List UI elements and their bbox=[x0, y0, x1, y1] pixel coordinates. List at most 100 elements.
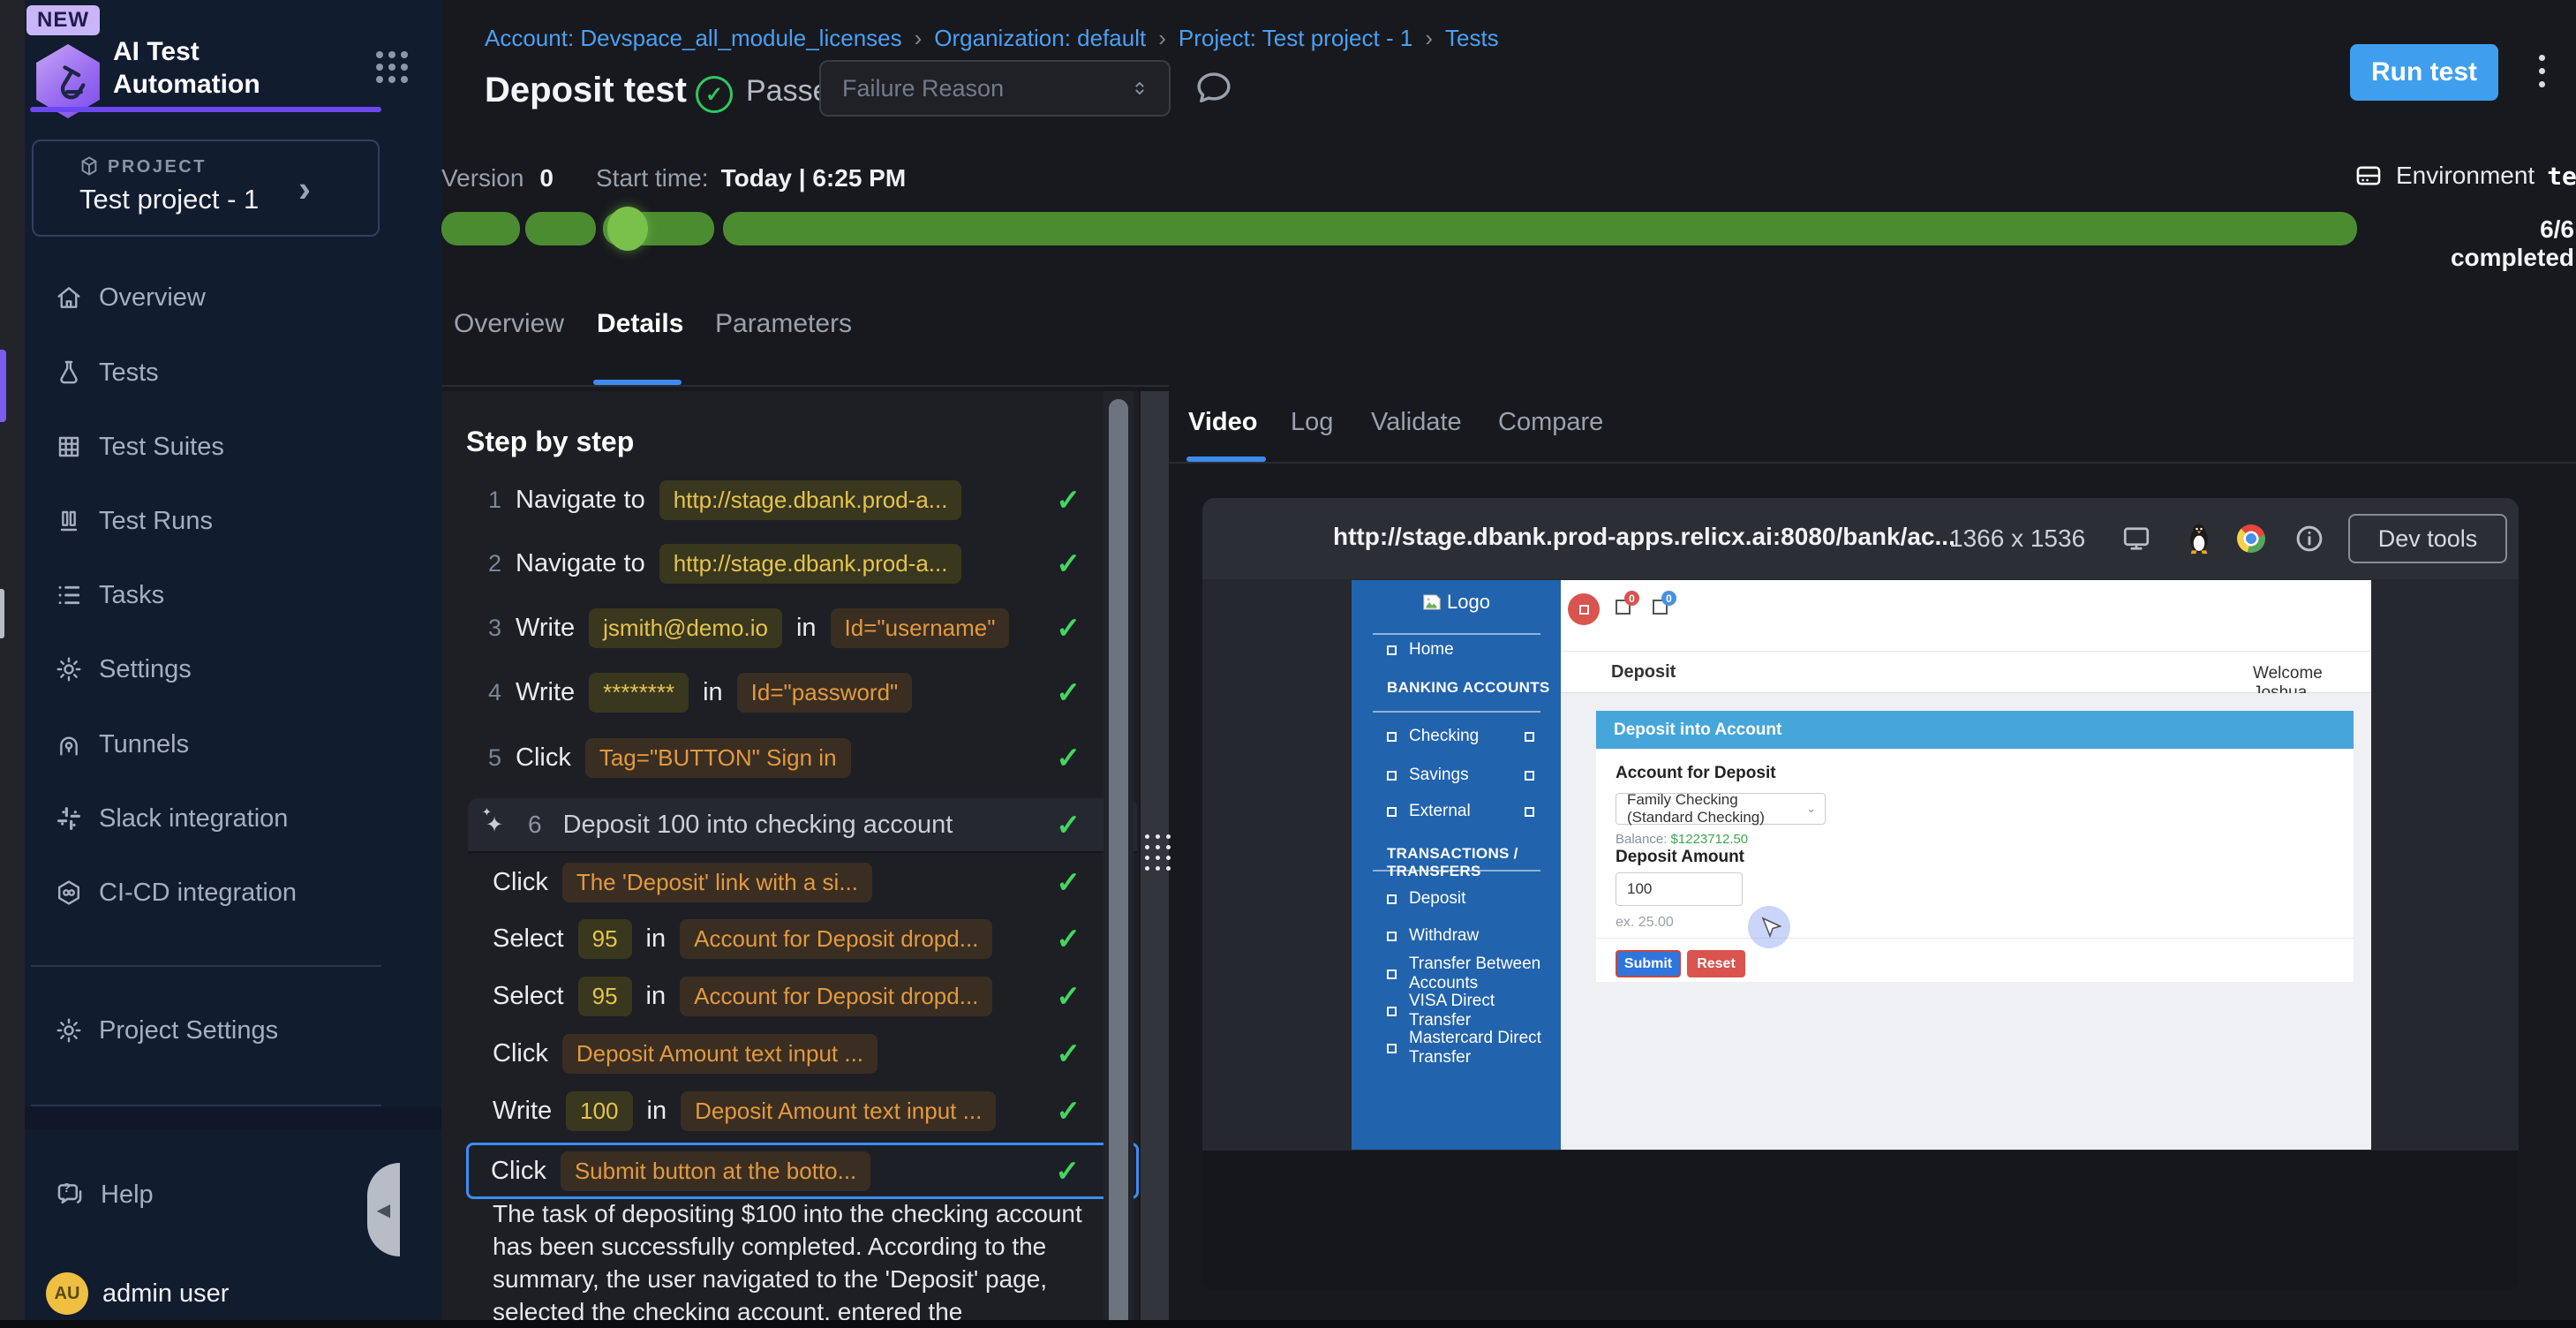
slack-icon bbox=[55, 804, 83, 833]
home-icon bbox=[55, 283, 83, 312]
bank-amount-label: Deposit Amount bbox=[1616, 848, 1744, 867]
tab-video[interactable]: Video bbox=[1188, 408, 1257, 437]
avatar: AU bbox=[46, 1272, 88, 1315]
sidebar-item-project-settings[interactable]: Project Settings bbox=[25, 1008, 441, 1053]
tab-active-underline bbox=[1186, 456, 1266, 462]
user-menu[interactable]: AU admin user bbox=[25, 1271, 441, 1316]
tab-border bbox=[1169, 462, 2576, 464]
completed-count: 6/6 completed bbox=[2419, 215, 2574, 272]
breadcrumb-organization[interactable]: Organization: default bbox=[934, 25, 1146, 52]
bank-submit-button: Submit bbox=[1616, 950, 1681, 977]
steps-scrollbar-thumb[interactable] bbox=[1109, 399, 1128, 1328]
window-badge-icon: 0 bbox=[1653, 600, 1668, 615]
sidebar-item-test-runs[interactable]: Test Runs bbox=[25, 499, 441, 543]
flask-icon bbox=[55, 358, 83, 387]
step-value-pill: 95 bbox=[578, 977, 632, 1016]
bank-nav-checking: Checking bbox=[1352, 721, 1561, 751]
splitter-drag-handle[interactable] bbox=[1145, 834, 1171, 871]
bank-content: Deposit into Account Account for Deposit… bbox=[1561, 693, 2371, 1150]
breadcrumb-account[interactable]: Account: Devspace_all_module_licenses bbox=[485, 25, 902, 52]
step-row-1[interactable]: 1 Navigate to http://stage.dbank.prod-a.… bbox=[468, 475, 1137, 524]
tab-validate[interactable]: Validate bbox=[1371, 408, 1462, 437]
sidebar-accent-divider bbox=[30, 107, 381, 112]
more-options-icon[interactable] bbox=[2535, 51, 2549, 91]
progress-segment[interactable] bbox=[525, 212, 596, 245]
failure-reason-select[interactable]: Failure Reason bbox=[819, 60, 1171, 117]
substep-row-2[interactable]: Select 95 in Account for Deposit dropd..… bbox=[468, 914, 1137, 963]
run-test-button[interactable]: Run test bbox=[2350, 44, 2498, 101]
bank-reset-button: Reset bbox=[1687, 950, 1745, 977]
sidebar-item-slack-integration[interactable]: Slack integration bbox=[25, 796, 441, 841]
sidebar-item-tests[interactable]: Tests bbox=[25, 351, 441, 395]
sidebar-item-tunnels[interactable]: Tunnels bbox=[25, 722, 441, 766]
step-value-pill: http://stage.dbank.prod-a... bbox=[659, 544, 962, 584]
step-success-icon: ✓ bbox=[1056, 922, 1081, 956]
progress-segment[interactable] bbox=[723, 212, 2357, 245]
tab-parameters[interactable]: Parameters bbox=[715, 309, 852, 339]
bank-topbar: 0 0 User Avat bbox=[1561, 580, 2371, 652]
page-title: Deposit test bbox=[485, 71, 687, 110]
tab-border bbox=[441, 385, 1169, 387]
step-row-4[interactable]: 4 Write ******** in Id="password" ✓ bbox=[468, 668, 1137, 717]
project-selector[interactable]: PROJECT Test project - 1 › bbox=[32, 140, 380, 237]
step-success-icon: ✓ bbox=[1056, 865, 1081, 900]
pipeline-icon bbox=[55, 879, 83, 907]
substep-row-6-selected[interactable]: Click Submit button at the botto... ✓ bbox=[466, 1143, 1139, 1199]
sidebar-item-cicd-integration[interactable]: CI-CD integration bbox=[25, 871, 441, 915]
step-value-pill: http://stage.dbank.prod-a... bbox=[659, 480, 962, 520]
breadcrumb-tests[interactable]: Tests bbox=[1445, 25, 1499, 52]
environment-label: Environment bbox=[2396, 162, 2535, 190]
step-value-pill: jsmith@demo.io bbox=[589, 608, 782, 648]
chrome-icon bbox=[2237, 524, 2265, 553]
tab-log[interactable]: Log bbox=[1291, 408, 1333, 437]
step-selector-pill: The 'Deposit' link with a si... bbox=[562, 863, 872, 902]
list-icon bbox=[55, 581, 83, 609]
dev-tools-button[interactable]: Dev tools bbox=[2348, 514, 2507, 563]
window-badge-icon: 0 bbox=[1616, 600, 1631, 615]
sidebar-item-settings[interactable]: Settings bbox=[25, 647, 441, 691]
app-grid-icon[interactable] bbox=[376, 51, 408, 83]
info-icon[interactable] bbox=[2294, 523, 2325, 555]
substep-row-5[interactable]: Write 100 in Deposit Amount text input .… bbox=[468, 1086, 1137, 1136]
video-stage[interactable]: Logo Home BANKING ACCOUNTS Checking Savi… bbox=[1202, 579, 2519, 1151]
breadcrumb-project[interactable]: Project: Test project - 1 bbox=[1179, 25, 1412, 52]
bank-panel-title: Deposit into Account bbox=[1596, 711, 2354, 749]
sidebar-item-test-suites[interactable]: Test Suites bbox=[25, 425, 441, 469]
comment-icon[interactable] bbox=[1194, 67, 1234, 108]
step-selector-pill: Deposit Amount text input ... bbox=[562, 1034, 877, 1074]
progress-segment[interactable] bbox=[441, 212, 520, 245]
bank-nav-home: Home bbox=[1352, 635, 1561, 665]
step-group-6[interactable]: ✦✦ 6 Deposit 100 into checking account ✓ bbox=[468, 798, 1137, 853]
step-value-pill: 100 bbox=[566, 1091, 632, 1131]
bank-section-accounts: BANKING ACCOUNTS bbox=[1387, 679, 1550, 697]
step-success-icon: ✓ bbox=[1056, 741, 1081, 775]
edge-indicator-purple bbox=[0, 350, 6, 422]
chevron-right-icon: › bbox=[298, 168, 311, 210]
tab-overview[interactable]: Overview bbox=[454, 309, 564, 339]
step-summary-text: The task of depositing $100 into the che… bbox=[493, 1197, 1086, 1328]
video-frame-bank-app: Logo Home BANKING ACCOUNTS Checking Savi… bbox=[1352, 580, 2371, 1150]
progress-highlight bbox=[607, 207, 648, 251]
step-selector-pill: Account for Deposit dropd... bbox=[680, 919, 992, 959]
tab-compare[interactable]: Compare bbox=[1498, 408, 1603, 437]
grid-icon bbox=[55, 433, 83, 461]
version-value: 0 bbox=[539, 164, 554, 192]
sidebar-item-tasks[interactable]: Tasks bbox=[25, 573, 441, 617]
breadcrumb: Account: Devspace_all_module_licenses › … bbox=[485, 25, 1499, 52]
step-row-2[interactable]: 2 Navigate to http://stage.dbank.prod-a.… bbox=[468, 539, 1137, 588]
mouse-cursor-icon bbox=[1760, 917, 1781, 946]
tab-details[interactable]: Details bbox=[597, 309, 683, 339]
video-controls-bar: 01:10 01:33 0.5x 1x 2x 4x 8x 16x skip in… bbox=[1202, 1151, 2519, 1291]
step-success-icon: ✓ bbox=[1056, 547, 1081, 581]
step-row-3[interactable]: 3 Write jsmith@demo.io in Id="username" … bbox=[468, 603, 1137, 653]
step-row-5[interactable]: 5 Click Tag="BUTTON" Sign in ✓ bbox=[468, 733, 1137, 782]
sidebar: NEW AI Test Automation PROJECT Test proj… bbox=[25, 0, 441, 1328]
bank-nav-withdraw: Withdraw bbox=[1352, 921, 1561, 951]
substep-row-3[interactable]: Select 95 in Account for Deposit dropd..… bbox=[468, 971, 1137, 1021]
sidebar-item-overview[interactable]: Overview bbox=[25, 275, 441, 320]
substep-row-1[interactable]: Click The 'Deposit' link with a si... ✓ bbox=[468, 857, 1137, 907]
substep-row-4[interactable]: Click Deposit Amount text input ... ✓ bbox=[468, 1029, 1137, 1078]
start-time-value: Today | 6:25 PM bbox=[721, 164, 907, 192]
bank-logo-broken-image: Logo bbox=[1352, 591, 1561, 614]
help-chat-icon: ? bbox=[55, 1180, 85, 1210]
